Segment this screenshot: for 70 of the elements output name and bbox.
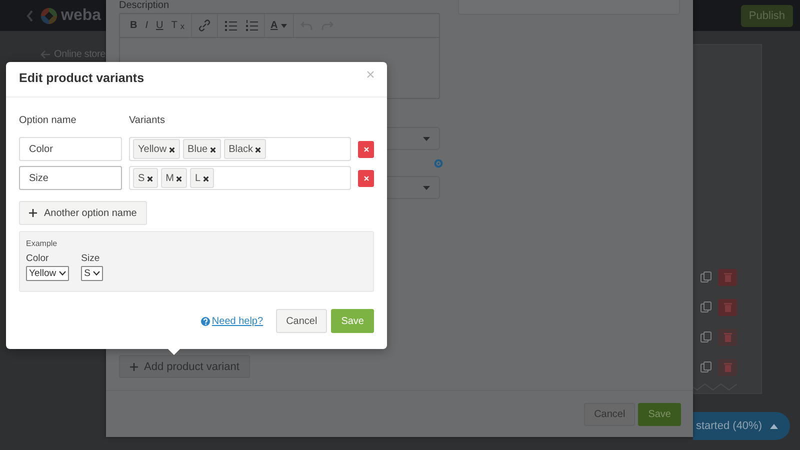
copy-icon bbox=[700, 331, 712, 343]
close-icon bbox=[364, 176, 368, 180]
tag-label: M bbox=[166, 172, 174, 184]
cancel-button[interactable]: Cancel bbox=[276, 309, 328, 333]
variant-tag[interactable]: S bbox=[133, 168, 158, 188]
variant-tag[interactable]: L bbox=[190, 168, 214, 188]
delete-button[interactable] bbox=[718, 298, 737, 316]
select-label: Size bbox=[81, 253, 101, 266]
dropdown[interactable]: Yellow bbox=[26, 266, 70, 281]
remove-button[interactable] bbox=[358, 140, 374, 158]
remove-icon bbox=[146, 176, 153, 182]
variant-tag[interactable]: Blue bbox=[182, 139, 221, 159]
remove-icon bbox=[168, 146, 175, 152]
copy-icon bbox=[700, 301, 712, 313]
variant-tag[interactable]: Black bbox=[224, 139, 266, 159]
caret-up-icon bbox=[770, 424, 778, 428]
help-link[interactable]: Need help? bbox=[212, 316, 264, 326]
trash-icon bbox=[724, 302, 732, 312]
progress-label: started (40%) bbox=[696, 420, 762, 432]
variants-field[interactable]: Yellow Blue Black bbox=[129, 137, 351, 161]
caret-down-icon bbox=[423, 186, 430, 190]
logo-icon bbox=[40, 6, 58, 24]
remove-icon bbox=[210, 146, 216, 152]
dialog-title: Edit product variants bbox=[19, 71, 144, 85]
numbered-list-icon bbox=[244, 19, 258, 32]
trash-icon bbox=[724, 362, 732, 372]
delete-button[interactable] bbox=[718, 268, 737, 286]
column-label: Option name bbox=[19, 115, 78, 128]
option-name-field[interactable]: Size bbox=[19, 166, 122, 190]
caret-down-icon bbox=[280, 24, 287, 28]
variant-tag[interactable]: Yellow bbox=[133, 139, 180, 159]
tag-label: Yellow bbox=[138, 144, 167, 154]
variants-field[interactable]: S M L bbox=[129, 166, 351, 190]
link-icon bbox=[198, 19, 211, 32]
copy-icon bbox=[700, 271, 712, 283]
field-label: Description bbox=[119, 0, 170, 13]
trash-icon bbox=[724, 272, 732, 282]
delete-button[interactable] bbox=[718, 328, 737, 346]
logo-text: weba bbox=[61, 6, 102, 24]
caret-down-icon bbox=[423, 136, 430, 140]
tag-label: S bbox=[138, 172, 145, 184]
chevron-down-icon bbox=[59, 271, 66, 276]
add-option-button[interactable]: Another option name bbox=[19, 201, 147, 225]
gear-icon bbox=[434, 158, 443, 168]
bullet-list-icon bbox=[224, 19, 237, 32]
help-icon bbox=[200, 316, 210, 326]
plus-icon bbox=[130, 362, 138, 370]
tag-label: L bbox=[195, 172, 201, 184]
plus-icon bbox=[29, 209, 37, 217]
example-title: Example bbox=[26, 239, 58, 250]
remove-button[interactable] bbox=[358, 170, 374, 186]
select-label: Color bbox=[26, 253, 50, 266]
copy-icon bbox=[700, 361, 712, 373]
arrow-left-icon bbox=[40, 50, 51, 59]
chevron-down-icon bbox=[93, 271, 100, 276]
remove-icon bbox=[255, 146, 262, 152]
trash-icon bbox=[724, 332, 732, 342]
option-name-field[interactable]: Color bbox=[19, 137, 122, 161]
tag-label: Black bbox=[228, 144, 254, 154]
tag-label: Blue bbox=[188, 144, 208, 154]
progress-toast[interactable]: started (40%) bbox=[693, 412, 790, 440]
close-icon bbox=[364, 146, 368, 152]
delete-button[interactable] bbox=[718, 358, 737, 376]
column-label: Variants bbox=[129, 115, 166, 128]
chevron-icon bbox=[26, 10, 34, 22]
variant-tag[interactable]: M bbox=[160, 168, 188, 188]
remove-icon bbox=[202, 176, 209, 182]
dropdown[interactable]: S bbox=[81, 266, 104, 281]
close-icon bbox=[367, 70, 374, 78]
remove-icon bbox=[176, 176, 182, 182]
